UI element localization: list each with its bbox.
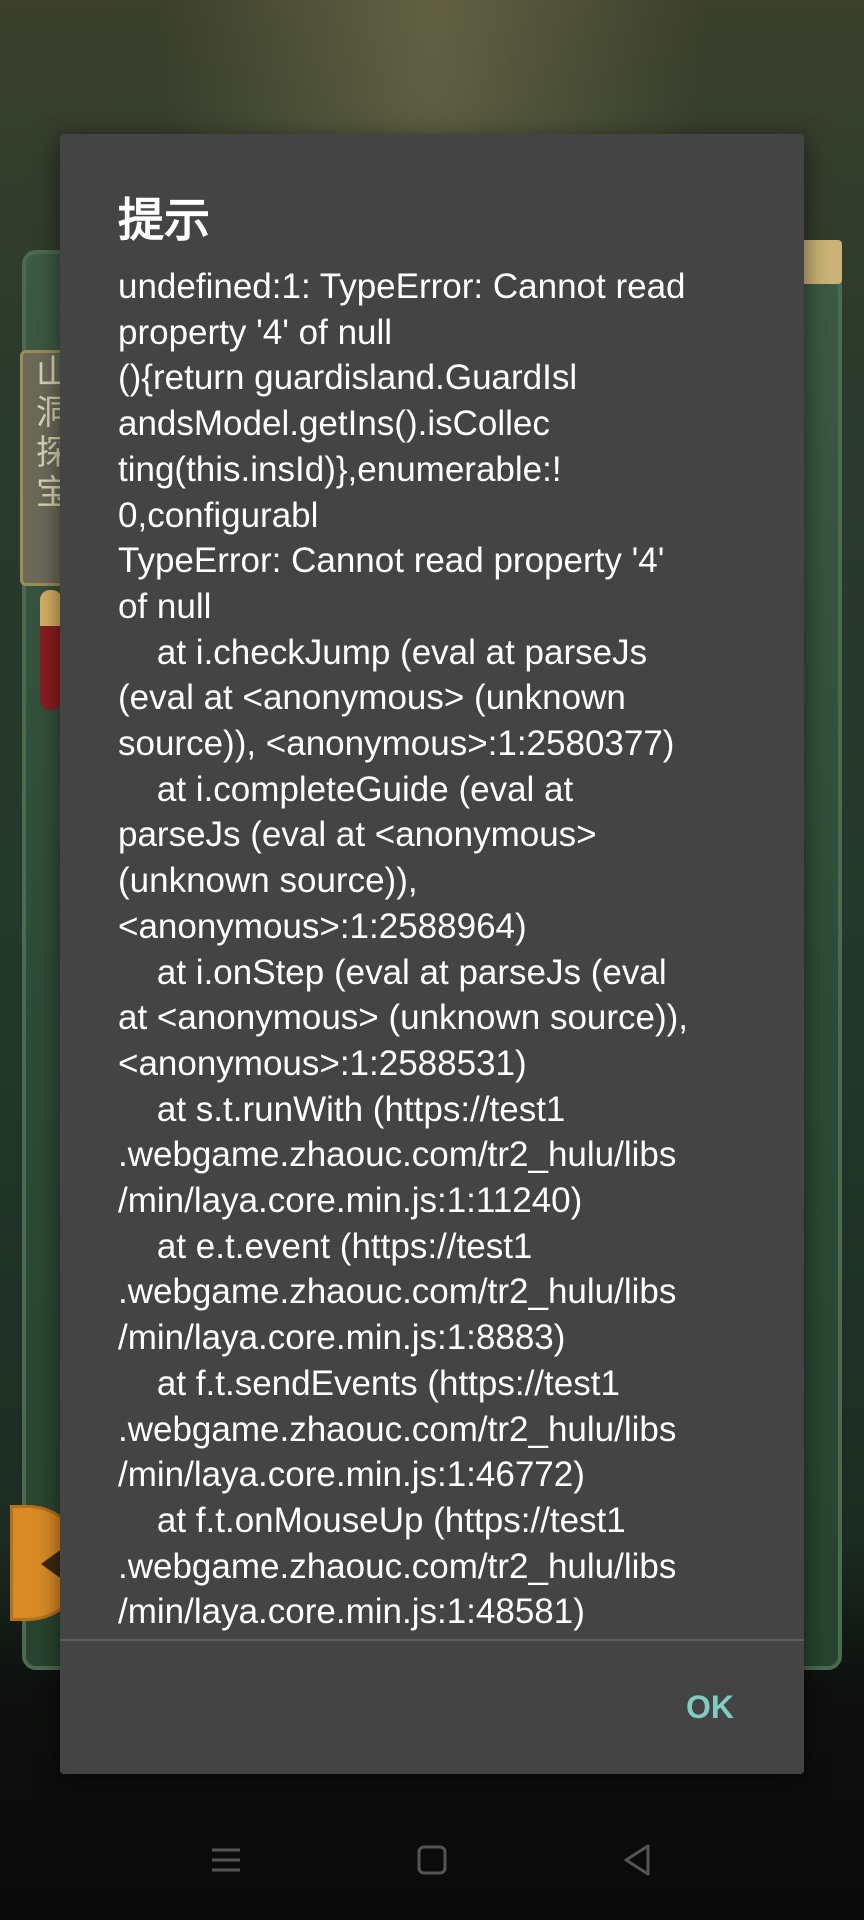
dialog-message-line: 0,configurabl — [118, 495, 319, 535]
dialog-message-line: at i.checkJump (eval at parseJs — [118, 632, 648, 672]
dialog-message-line: <anonymous>:1:2588964) — [118, 906, 527, 946]
back-icon — [624, 1844, 650, 1876]
alert-dialog: 提示 undefined:1: TypeError: Cannot read p… — [60, 134, 804, 1774]
dialog-message-line: (unknown source)), — [118, 861, 418, 901]
dialog-message-line: /min/laya.core.min.js:1:11240) — [118, 1181, 583, 1221]
dialog-button-bar: OK — [60, 1641, 804, 1774]
recent-apps-button[interactable] — [202, 1836, 250, 1884]
home-button[interactable] — [408, 1836, 456, 1884]
dialog-title: 提示 — [118, 193, 210, 247]
dialog-message-line: .webgame.zhaouc.com/tr2_hulu/libs — [118, 1135, 677, 1175]
dialog-message-line: at <anonymous> (unknown source)), — [118, 998, 689, 1038]
game-corner-decoration — [800, 240, 842, 284]
dialog-message-line: .webgame.zhaouc.com/tr2_hulu/libs — [118, 1272, 677, 1312]
dialog-message-line: ting(this.insId)},enumerable:! — [118, 449, 562, 489]
dialog-message-line: source)), <anonymous>:1:2580377) — [118, 724, 675, 764]
dialog-message-line: undefined:1: TypeError: Cannot read — [118, 267, 686, 306]
dialog-message-line: /min/laya.core.min.js:1:8883) — [118, 1318, 566, 1358]
dialog-message-line: TypeError: Cannot read property '4' — [118, 541, 665, 581]
home-icon — [417, 1845, 447, 1875]
dialog-message-line: of null — [118, 586, 212, 626]
dialog-message-line: at i.onStep (eval at parseJs (eval — [118, 952, 667, 992]
screen: 山洞探宝 提示 undefined:1: TypeError: Cannot r… — [0, 0, 864, 1920]
menu-icon — [212, 1848, 240, 1872]
lantern-decoration — [40, 590, 62, 710]
back-button[interactable] — [614, 1836, 662, 1884]
dialog-message-line: (){return guardisland.GuardIsl — [118, 358, 578, 398]
dialog-message-line: /min/laya.core.min.js:1:48581) — [118, 1592, 585, 1632]
dialog-message-line: at f.t.onMouseUp (https://test1 — [118, 1500, 626, 1540]
ok-button[interactable]: OK — [660, 1677, 760, 1737]
dialog-message-line: <anonymous>:1:2588531) — [118, 1043, 527, 1083]
dialog-message-line: at e.t.event (https://test1 — [118, 1226, 533, 1266]
dialog-message-line: /min/laya.core.min.js:1:46772) — [118, 1455, 585, 1495]
dialog-message-line: .webgame.zhaouc.com/tr2_hulu/libs — [118, 1409, 677, 1449]
dialog-message-area[interactable]: undefined:1: TypeError: Cannot read prop… — [118, 264, 758, 1764]
dialog-message-line: at i.completeGuide (eval at — [118, 769, 574, 809]
dialog-message-line: .webgame.zhaouc.com/tr2_hulu/libs — [118, 1546, 677, 1586]
dialog-message-line: parseJs (eval at <anonymous> — [118, 815, 597, 855]
dialog-message-line: andsModel.getIns().isCollec — [118, 404, 550, 444]
system-nav-bar — [0, 1800, 864, 1920]
dialog-message-line: property '4' of null — [118, 312, 393, 352]
dialog-message-line: (eval at <anonymous> (unknown — [118, 678, 626, 718]
dialog-message-scroll[interactable]: undefined:1: TypeError: Cannot read prop… — [118, 264, 758, 1764]
dialog-message-line: at f.t.sendEvents (https://test1 — [118, 1363, 620, 1403]
dialog-message: undefined:1: TypeError: Cannot read prop… — [118, 264, 758, 1635]
dialog-message-line: at s.t.runWith (https://test1 — [118, 1089, 566, 1129]
